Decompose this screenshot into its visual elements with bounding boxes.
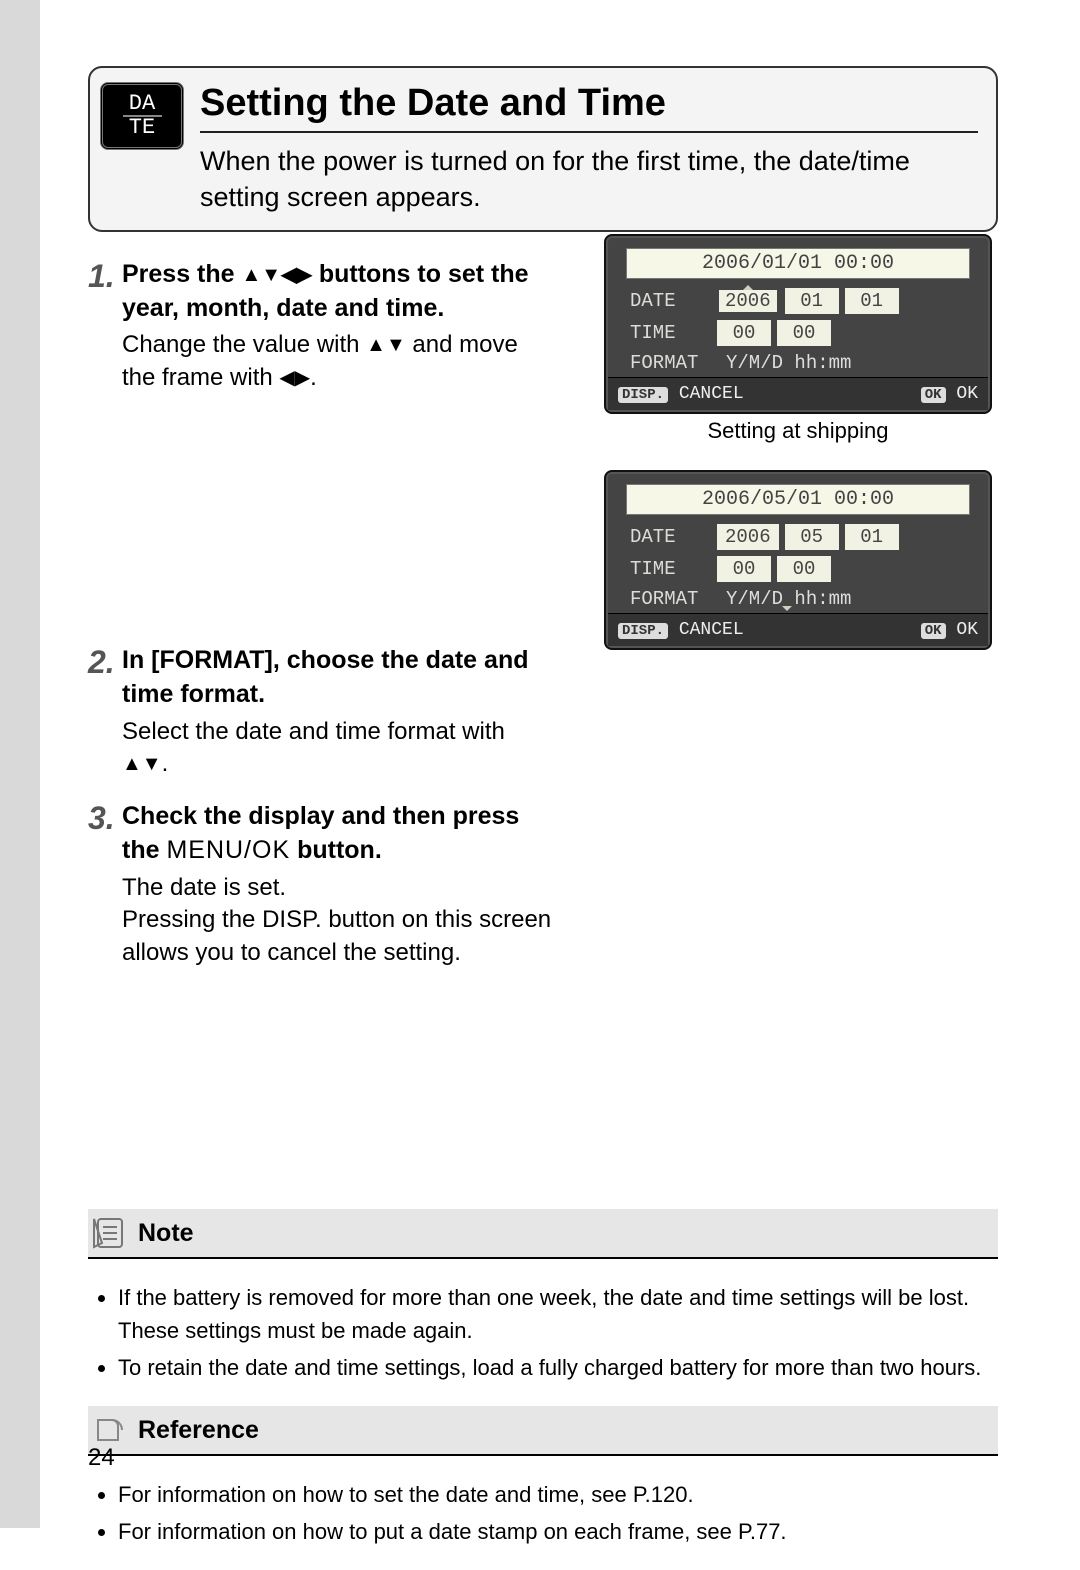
arrows-lr-icon: ◀▶ xyxy=(279,367,310,389)
arrows-udlr-icon: ▲▼◀▶ xyxy=(242,264,312,286)
disp-badge: DISP. xyxy=(618,387,668,403)
screen-row-time: TIME 00 00 xyxy=(608,317,988,349)
minute-cell: 00 xyxy=(777,556,831,582)
step-2: 2. In [FORMAT], choose the date and time… xyxy=(88,644,998,780)
step-heading: Check the display and then press the MEN… xyxy=(122,800,552,868)
day-cell: 01 xyxy=(845,288,899,314)
ok-badge: OK xyxy=(921,387,946,403)
list-item: To retain the date and time settings, lo… xyxy=(118,1351,998,1384)
camera-screen-1: 2006/01/01 00:00 DATE 2006 01 01 TIME 00… xyxy=(606,236,990,412)
note-icon xyxy=(92,1215,128,1251)
ok-badge: OK xyxy=(921,623,946,639)
note-section: Note If the battery is removed for more … xyxy=(88,1209,998,1384)
intro-text: When the power is turned on for the firs… xyxy=(200,143,978,216)
screen-row-date: DATE 2006 05 01 xyxy=(608,521,988,553)
page-number: 24 xyxy=(88,1444,115,1472)
screen-footer: DISP. CANCEL OK OK xyxy=(608,613,988,646)
screen-datetime-header: 2006/01/01 00:00 xyxy=(626,248,970,279)
header-box: DATE Setting the Date and Time When the … xyxy=(88,66,998,232)
day-cell: 01 xyxy=(845,524,899,550)
reference-bullets: For information on how to set the date a… xyxy=(88,1478,998,1548)
step-3: 3. Check the display and then press the … xyxy=(88,800,998,969)
section-title: Reference xyxy=(138,1416,259,1445)
screen-row-format: FORMAT Y/M/D hh:mm xyxy=(608,349,988,377)
arrows-ud-icon: ▲▼ xyxy=(366,335,406,357)
menu-ok-label: MENU/OK xyxy=(166,836,290,864)
minute-cell: 00 xyxy=(777,320,831,346)
step-heading: Press the ▲▼◀▶ buttons to set the year, … xyxy=(122,258,552,326)
section-title: Note xyxy=(138,1219,194,1248)
page-title: Setting the Date and Time xyxy=(200,82,978,133)
arrows-ud-icon: ▲▼ xyxy=(122,753,162,775)
screen-datetime-header: 2006/05/01 00:00 xyxy=(626,484,970,515)
step-number: 3. xyxy=(88,800,122,969)
screen-row-format: FORMAT Y/M/D hh:mm xyxy=(608,585,988,613)
page-left-margin xyxy=(0,0,40,1528)
note-bullets: If the battery is removed for more than … xyxy=(88,1281,998,1384)
camera-screen-2: 2006/05/01 00:00 DATE 2006 05 01 TIME 00… xyxy=(606,472,990,648)
section-header: Reference xyxy=(88,1406,998,1456)
reference-icon xyxy=(92,1412,128,1448)
screen-caption: Setting at shipping xyxy=(598,418,998,444)
page-content: DATE Setting the Date and Time When the … xyxy=(88,66,998,1570)
hour-cell: 00 xyxy=(717,556,771,582)
hour-cell: 00 xyxy=(717,320,771,346)
year-cell: 2006 xyxy=(717,288,779,314)
disp-badge: DISP. xyxy=(618,623,668,639)
step-number: 1. xyxy=(88,258,122,394)
screen-row-time: TIME 00 00 xyxy=(608,553,988,585)
list-item: For information on how to put a date sta… xyxy=(118,1515,998,1548)
reference-section: Reference For information on how to set … xyxy=(88,1406,998,1548)
screen-row-date: DATE 2006 01 01 xyxy=(608,285,988,317)
month-cell: 05 xyxy=(785,524,839,550)
step-heading: In [FORMAT], choose the date and time fo… xyxy=(122,644,552,712)
screen-footer: DISP. CANCEL OK OK xyxy=(608,377,988,410)
screens-column: 2006/01/01 00:00 DATE 2006 01 01 TIME 00… xyxy=(598,236,998,654)
list-item: For information on how to set the date a… xyxy=(118,1478,998,1511)
step-body-text: Change the value with ▲▼ and move the fr… xyxy=(122,329,552,394)
step-body-text: Select the date and time format with ▲▼. xyxy=(122,716,552,781)
month-cell: 01 xyxy=(785,288,839,314)
step-body-text: The date is set. Pressing the DISP. butt… xyxy=(122,872,552,969)
year-cell: 2006 xyxy=(717,524,779,550)
section-header: Note xyxy=(88,1209,998,1259)
step-number: 2. xyxy=(88,644,122,780)
date-icon: DATE xyxy=(100,82,184,150)
list-item: If the battery is removed for more than … xyxy=(118,1281,998,1347)
